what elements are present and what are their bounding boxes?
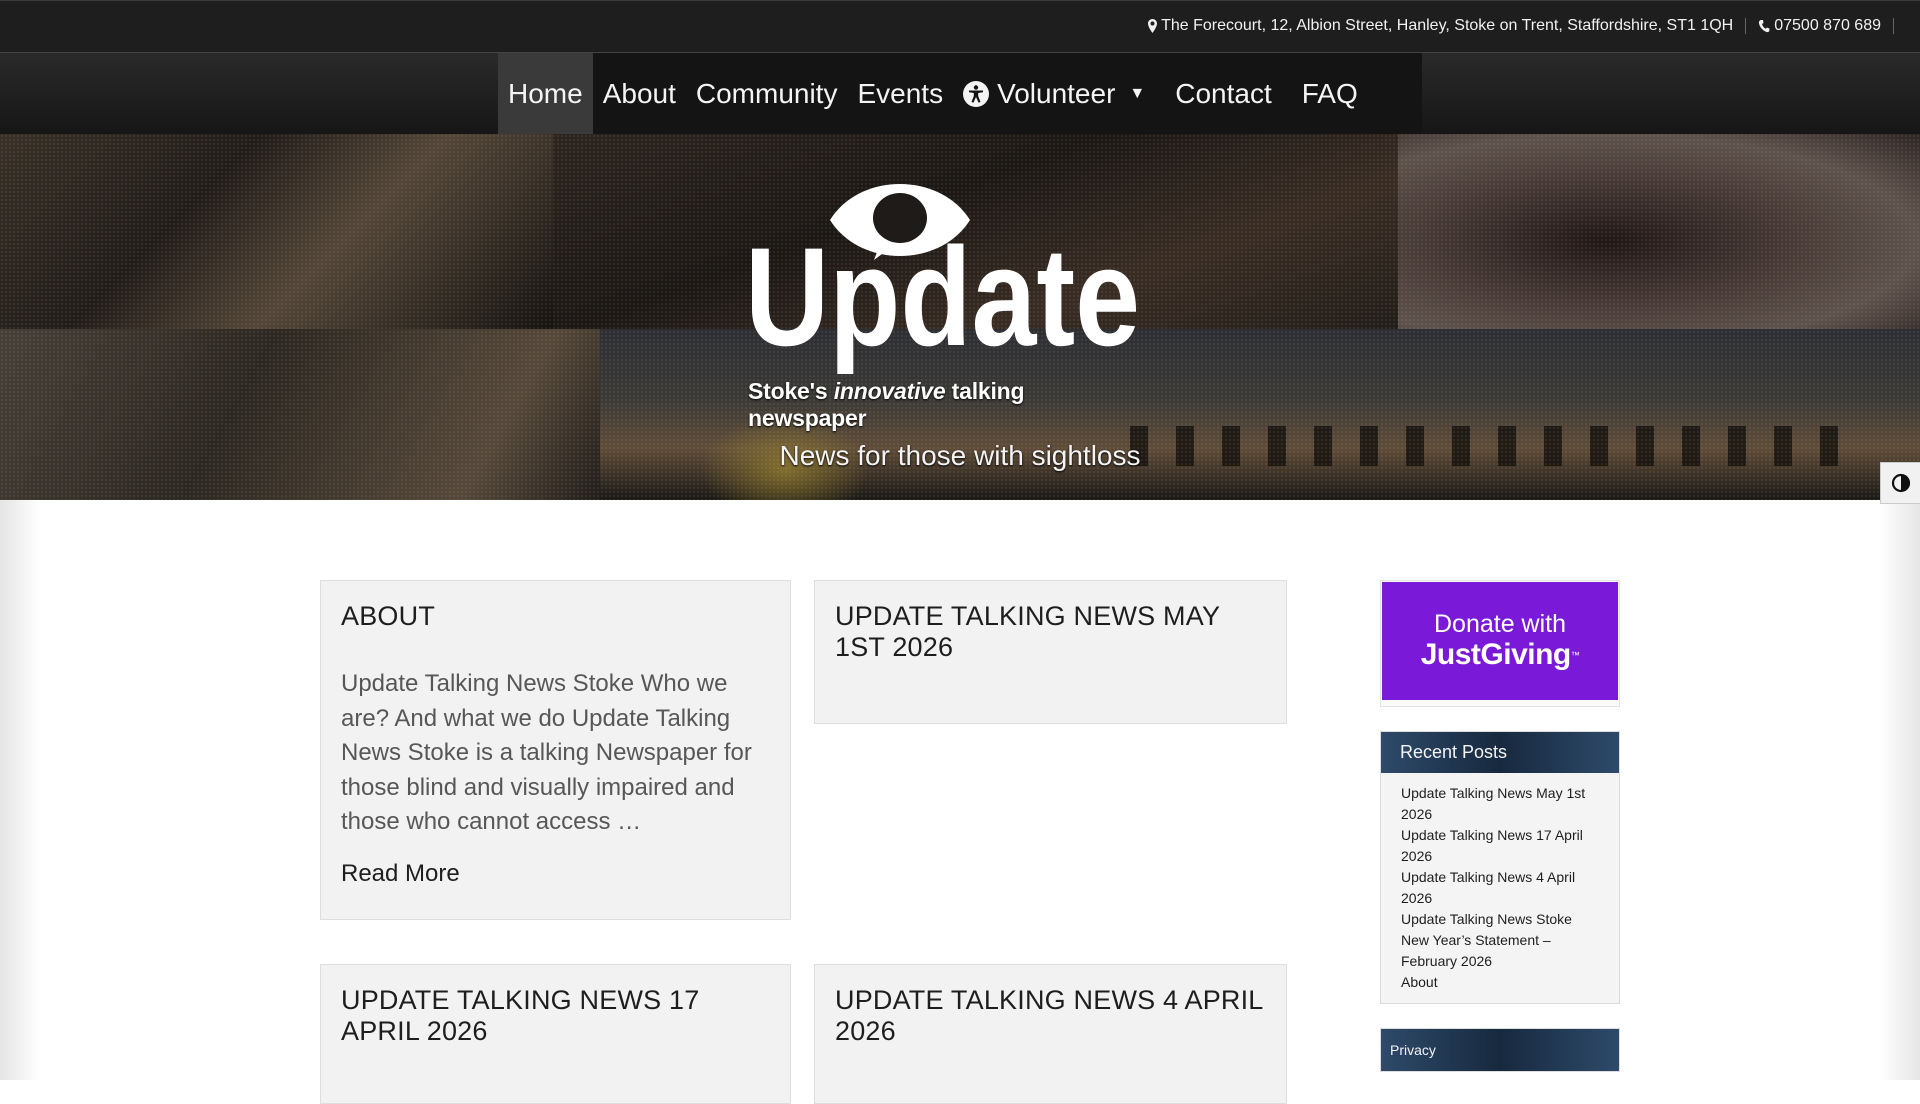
- address-item: The Forecourt, 12, Albion Street, Hanley…: [1136, 17, 1745, 35]
- nav-item-label: Community: [695, 77, 838, 109]
- logo-text: Update: [745, 218, 1140, 375]
- recent-post-link[interactable]: Update Talking News 4 April 2026: [1401, 867, 1603, 909]
- nav-item-label: FAQ: [1301, 77, 1358, 109]
- recent-post-link[interactable]: Update Talking News 17 April 2026: [1401, 825, 1603, 867]
- post-card: UPDATE TALKING NEWS 17 APRIL 2026: [320, 964, 791, 1104]
- topbar-divider: [1893, 18, 1894, 34]
- nav-item-label: Contact: [1175, 77, 1272, 109]
- tagline-part: Stoke's: [748, 378, 834, 404]
- widget-heading[interactable]: Privacy: [1381, 1029, 1619, 1071]
- nav-item-faq[interactable]: FAQ: [1282, 53, 1368, 134]
- phone-item[interactable]: 07500 870 689: [1746, 17, 1893, 35]
- main-navigation: Home About Community Events Volunteer ▼ …: [0, 53, 1920, 134]
- trademark: ™: [1570, 650, 1580, 660]
- recent-post-link[interactable]: Update Talking News May 1st 2026: [1401, 783, 1603, 825]
- map-marker-icon: [1148, 19, 1158, 33]
- justgiving-donate-button[interactable]: Donate with JustGiving™: [1382, 582, 1618, 700]
- read-more-link[interactable]: Read More: [341, 860, 770, 888]
- nav-menu: Home About Community Events Volunteer ▼ …: [498, 53, 1422, 134]
- logo-graphic: Update: [745, 184, 1140, 375]
- nav-item-label: Volunteer: [997, 77, 1116, 109]
- hero-subtitle: News for those with sightloss: [779, 440, 1141, 471]
- justgiving-text: JustGiving: [1420, 638, 1572, 671]
- nav-item-volunteer[interactable]: Volunteer ▼: [953, 53, 1155, 134]
- justgiving-logo: JustGiving™: [1421, 638, 1580, 672]
- nav-item-label: Events: [857, 77, 944, 109]
- recent-post-link[interactable]: About: [1401, 972, 1603, 993]
- phone-icon: [1759, 20, 1770, 33]
- post-card: UPDATE TALKING NEWS 4 APRIL 2026: [814, 964, 1287, 1104]
- donate-widget: Donate with JustGiving™: [1380, 580, 1620, 707]
- accessibility-icon: [963, 80, 990, 107]
- nav-item-events[interactable]: Events: [847, 53, 953, 134]
- phone-text: 07500 870 689: [1774, 17, 1881, 34]
- site-tagline: Stoke's innovative talking newspaper: [748, 378, 1148, 432]
- top-info-bar: The Forecourt, 12, Albion Street, Hanley…: [0, 0, 1920, 53]
- post-title[interactable]: UPDATE TALKING NEWS MAY 1ST 2026: [835, 601, 1266, 663]
- nav-item-about[interactable]: About: [593, 53, 686, 134]
- site-logo[interactable]: Update: [740, 150, 1150, 410]
- nav-item-label: About: [602, 77, 676, 109]
- recent-posts-widget: Recent Posts Update Talking News May 1st…: [1380, 731, 1620, 1004]
- post-card: UPDATE TALKING NEWS MAY 1ST 2026: [814, 580, 1287, 724]
- address-text: The Forecourt, 12, Albion Street, Hanley…: [1161, 17, 1734, 34]
- post-title[interactable]: UPDATE TALKING NEWS 4 APRIL 2026: [835, 985, 1266, 1047]
- privacy-widget: Privacy: [1380, 1028, 1620, 1072]
- post-excerpt: Update Talking News Stoke Who we are? An…: [341, 670, 752, 835]
- nav-item-label: Home: [508, 77, 583, 109]
- nav-item-community[interactable]: Community: [686, 53, 848, 134]
- contrast-icon: [1891, 473, 1910, 493]
- recent-post-link[interactable]: Update Talking News Stoke New Year’s Sta…: [1401, 909, 1603, 972]
- recent-posts-list: Update Talking News May 1st 2026 Update …: [1381, 773, 1619, 993]
- nav-item-home[interactable]: Home: [498, 53, 593, 134]
- page-shade-right: [1880, 500, 1920, 1080]
- tagline-emphasis: innovative: [833, 378, 946, 404]
- post-title[interactable]: UPDATE TALKING NEWS 17 APRIL 2026: [341, 985, 770, 1047]
- page-shade-left: [0, 500, 40, 1080]
- contrast-toggle-button[interactable]: [1880, 462, 1920, 504]
- widget-heading: Recent Posts: [1381, 732, 1619, 773]
- caret-down-icon: ▼: [1129, 84, 1146, 102]
- post-title[interactable]: ABOUT: [341, 601, 770, 632]
- post-card-about: ABOUT Update Talking News Stoke Who we a…: [320, 580, 791, 920]
- nav-item-contact[interactable]: Contact: [1155, 53, 1282, 134]
- donate-line1: Donate with: [1433, 610, 1567, 638]
- contact-info: The Forecourt, 12, Albion Street, Hanley…: [1136, 17, 1894, 35]
